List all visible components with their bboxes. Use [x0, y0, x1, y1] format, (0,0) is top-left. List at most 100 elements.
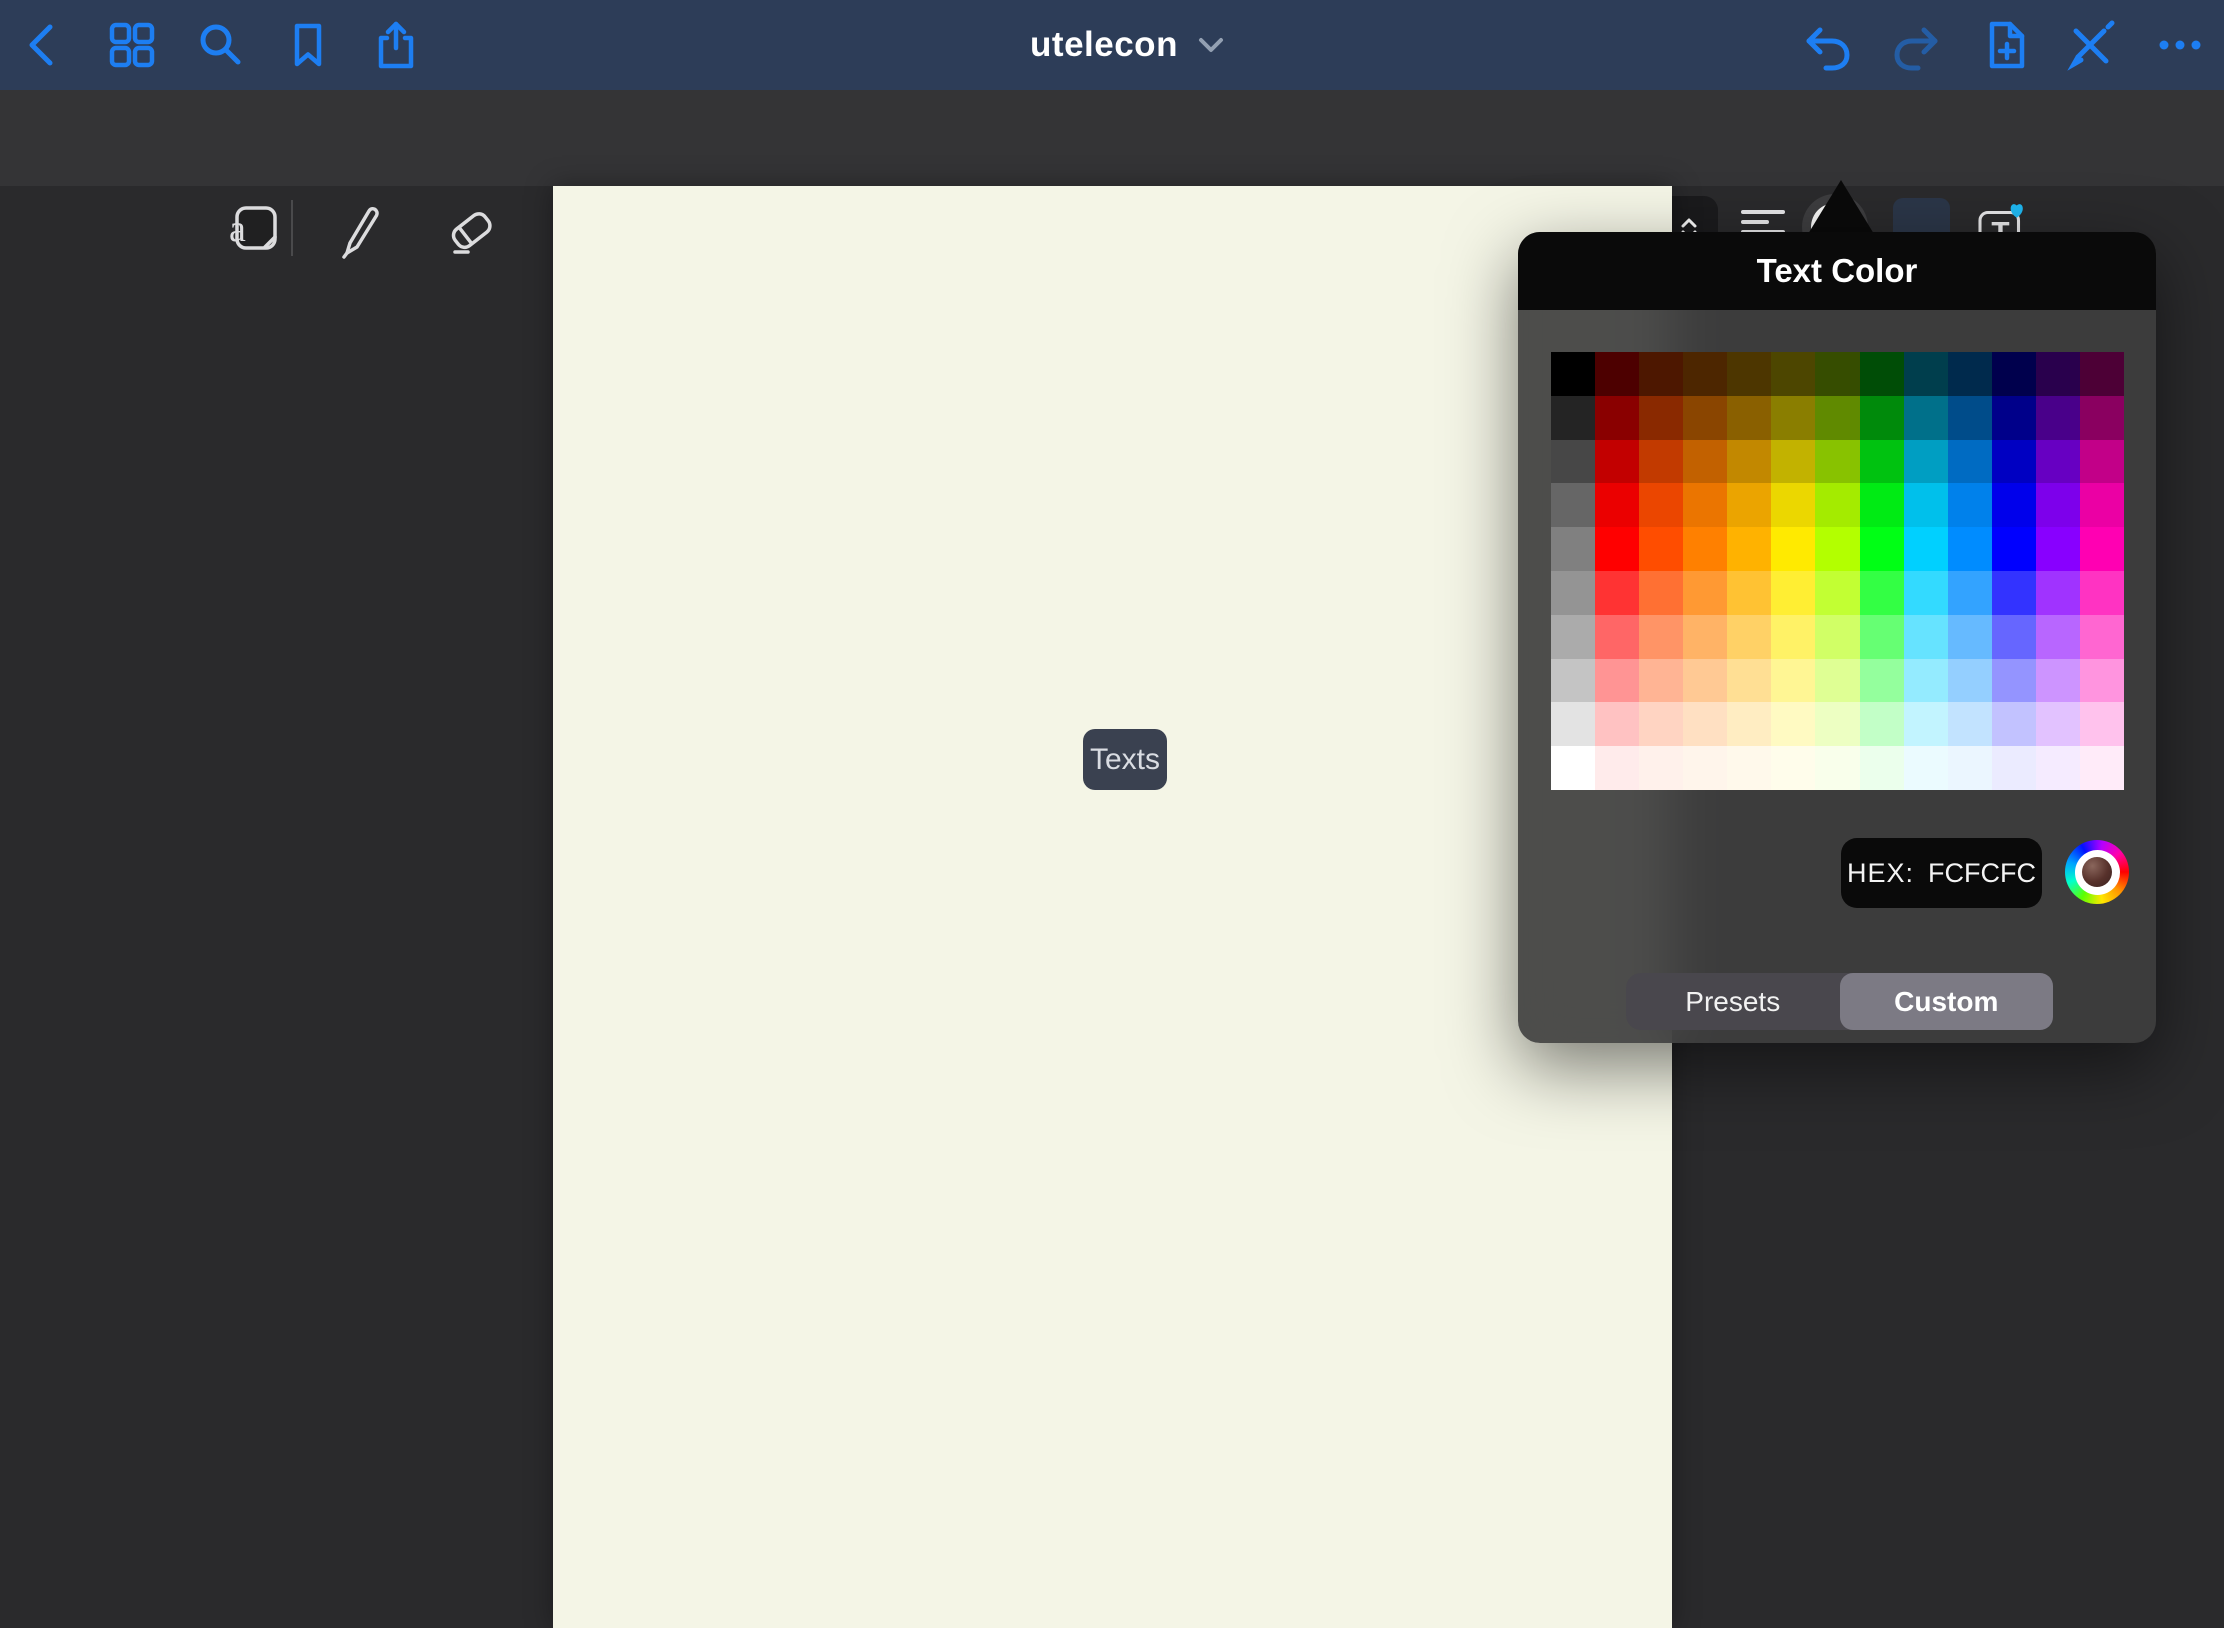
color-swatch[interactable]: [2036, 440, 2080, 484]
color-swatch[interactable]: [1992, 527, 2036, 571]
color-swatch[interactable]: [1727, 440, 1771, 484]
color-swatch[interactable]: [1948, 571, 1992, 615]
color-swatch[interactable]: [1639, 615, 1683, 659]
color-swatch[interactable]: [1727, 615, 1771, 659]
color-swatch[interactable]: [1815, 396, 1859, 440]
color-swatch[interactable]: [1639, 702, 1683, 746]
color-swatch[interactable]: [1815, 440, 1859, 484]
color-swatch[interactable]: [1948, 746, 1992, 790]
add-page-icon[interactable]: [1977, 17, 2033, 73]
tab-custom[interactable]: Custom: [1840, 973, 2054, 1030]
color-swatch[interactable]: [1992, 483, 2036, 527]
color-swatch[interactable]: [1551, 746, 1595, 790]
color-swatch[interactable]: [2036, 352, 2080, 396]
color-swatch[interactable]: [1595, 571, 1639, 615]
color-swatch[interactable]: [1727, 746, 1771, 790]
color-swatch[interactable]: [1727, 702, 1771, 746]
color-swatch[interactable]: [1551, 571, 1595, 615]
color-swatch[interactable]: [2080, 483, 2124, 527]
color-swatch[interactable]: [1860, 352, 1904, 396]
color-swatch[interactable]: [1771, 702, 1815, 746]
color-swatch[interactable]: [1860, 746, 1904, 790]
color-swatch[interactable]: [1683, 527, 1727, 571]
color-swatch[interactable]: [1948, 352, 1992, 396]
color-swatch[interactable]: [1904, 396, 1948, 440]
color-swatch[interactable]: [1815, 746, 1859, 790]
color-swatch[interactable]: [1860, 571, 1904, 615]
color-swatch[interactable]: [1727, 396, 1771, 440]
more-icon[interactable]: [2152, 17, 2208, 73]
color-swatch[interactable]: [1948, 527, 1992, 571]
tab-presets[interactable]: Presets: [1626, 973, 1840, 1030]
color-swatch[interactable]: [1727, 527, 1771, 571]
color-swatch[interactable]: [1948, 440, 1992, 484]
color-swatch[interactable]: [1904, 702, 1948, 746]
color-swatch[interactable]: [2080, 615, 2124, 659]
color-swatch[interactable]: [1551, 615, 1595, 659]
color-swatch[interactable]: [1683, 746, 1727, 790]
color-swatch[interactable]: [1727, 483, 1771, 527]
color-swatch[interactable]: [1771, 440, 1815, 484]
color-swatch[interactable]: [1771, 396, 1815, 440]
color-swatch[interactable]: [1727, 659, 1771, 703]
color-swatch[interactable]: [1639, 659, 1683, 703]
color-swatch[interactable]: [1551, 396, 1595, 440]
color-swatch[interactable]: [1948, 702, 1992, 746]
color-swatch[interactable]: [1683, 396, 1727, 440]
color-swatch[interactable]: [1815, 527, 1859, 571]
color-swatch[interactable]: [1992, 659, 2036, 703]
color-swatch[interactable]: [1948, 659, 1992, 703]
color-swatch[interactable]: [1771, 659, 1815, 703]
color-swatch[interactable]: [1551, 352, 1595, 396]
color-swatch[interactable]: [1992, 440, 2036, 484]
color-swatch[interactable]: [1815, 702, 1859, 746]
color-swatch[interactable]: [1904, 615, 1948, 659]
color-swatch[interactable]: [1683, 483, 1727, 527]
color-swatch[interactable]: [1595, 527, 1639, 571]
color-swatch[interactable]: [1551, 702, 1595, 746]
page-canvas[interactable]: [553, 186, 1672, 1628]
color-swatch[interactable]: [1860, 702, 1904, 746]
color-swatch[interactable]: [1992, 352, 2036, 396]
color-swatch[interactable]: [1948, 396, 1992, 440]
color-swatch[interactable]: [1771, 527, 1815, 571]
color-swatch[interactable]: [1683, 702, 1727, 746]
color-swatch[interactable]: [1595, 615, 1639, 659]
color-swatch[interactable]: [1904, 527, 1948, 571]
undo-icon[interactable]: [1800, 17, 1856, 73]
color-swatch[interactable]: [1904, 440, 1948, 484]
color-swatch[interactable]: [2036, 527, 2080, 571]
color-swatch[interactable]: [2036, 659, 2080, 703]
color-swatch[interactable]: [1860, 440, 1904, 484]
color-swatch[interactable]: [1551, 440, 1595, 484]
color-swatch[interactable]: [1904, 659, 1948, 703]
color-swatch[interactable]: [1595, 352, 1639, 396]
color-swatch[interactable]: [1595, 396, 1639, 440]
color-swatch[interactable]: [1639, 483, 1683, 527]
color-swatch[interactable]: [1639, 440, 1683, 484]
color-swatch[interactable]: [1904, 571, 1948, 615]
color-swatch[interactable]: [1815, 352, 1859, 396]
pen-tool[interactable]: [328, 196, 392, 260]
color-swatch[interactable]: [1595, 659, 1639, 703]
color-swatch[interactable]: [1948, 615, 1992, 659]
color-swatch[interactable]: [1904, 352, 1948, 396]
color-swatch[interactable]: [1551, 659, 1595, 703]
color-swatch[interactable]: [1683, 352, 1727, 396]
color-swatch[interactable]: [2080, 702, 2124, 746]
eraser-tool[interactable]: [438, 196, 502, 260]
canvas-text-object[interactable]: Texts: [1083, 729, 1167, 790]
color-swatch[interactable]: [1948, 483, 1992, 527]
color-swatch[interactable]: [1992, 571, 2036, 615]
color-swatch[interactable]: [2080, 746, 2124, 790]
color-swatch[interactable]: [1860, 527, 1904, 571]
color-swatch[interactable]: [1683, 659, 1727, 703]
color-swatch[interactable]: [1639, 571, 1683, 615]
color-swatch[interactable]: [2080, 571, 2124, 615]
color-swatch[interactable]: [1860, 659, 1904, 703]
color-swatch[interactable]: [2036, 702, 2080, 746]
color-swatch[interactable]: [2036, 571, 2080, 615]
color-swatch[interactable]: [2080, 527, 2124, 571]
color-swatch[interactable]: [1904, 746, 1948, 790]
color-swatch[interactable]: [2080, 352, 2124, 396]
